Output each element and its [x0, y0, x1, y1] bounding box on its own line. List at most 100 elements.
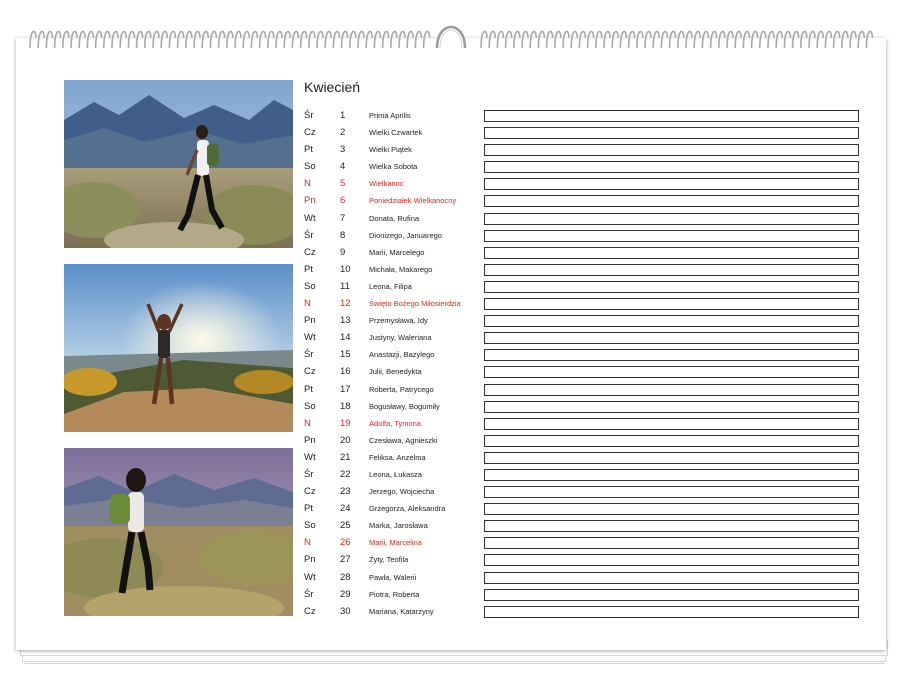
hiker-arms-raised-sunset-photo	[64, 264, 293, 432]
day-of-week: So	[304, 520, 316, 532]
spiral-loop	[414, 30, 423, 49]
note-field[interactable]	[484, 434, 859, 447]
name-day: Leona, Łukasza	[369, 469, 422, 479]
spiral-loop	[619, 30, 628, 49]
note-field[interactable]	[484, 349, 859, 362]
name-day: Bogusławy, Bogumiły	[369, 401, 440, 411]
day-number: 22	[340, 468, 351, 480]
note-field[interactable]	[484, 571, 859, 584]
name-day: Dionizego, Januarego	[369, 230, 442, 240]
day-of-week: Śr	[304, 468, 314, 480]
day-number: 12	[340, 298, 351, 310]
day-row: N 19 Adolfa, Tymona	[304, 415, 864, 432]
day-row: So 18 Bogusławy, Bogumiły	[304, 398, 864, 415]
note-field[interactable]	[484, 144, 859, 157]
day-of-week: Wt	[304, 212, 316, 224]
spiral-loop	[29, 30, 37, 49]
note-field[interactable]	[484, 280, 859, 293]
spiral-loop	[275, 30, 283, 49]
name-day: Anastazji, Bazylego	[369, 350, 435, 360]
day-of-week: Śr	[304, 349, 314, 361]
note-field[interactable]	[484, 332, 859, 345]
spiral-loop	[201, 30, 209, 49]
day-of-week: Cz	[304, 486, 316, 498]
note-field[interactable]	[484, 417, 859, 430]
note-field[interactable]	[484, 400, 859, 413]
day-number: 14	[340, 332, 351, 344]
note-field[interactable]	[484, 486, 859, 499]
spiral-loop	[644, 30, 652, 49]
spiral-loop	[496, 30, 505, 49]
day-number: 10	[340, 263, 351, 275]
spiral-loop	[783, 30, 792, 49]
spiral-loop	[701, 30, 710, 49]
note-field[interactable]	[484, 383, 859, 396]
day-of-week: Pt	[304, 503, 313, 515]
spiral-loop	[94, 30, 103, 49]
month-title: Kwiecień	[304, 79, 361, 95]
spiral-loop	[234, 30, 242, 49]
spiral-loop	[406, 30, 414, 49]
spiral-loop	[586, 30, 595, 49]
spiral-loop	[824, 30, 833, 49]
spiral-loop	[808, 30, 816, 49]
note-field[interactable]	[484, 451, 859, 464]
day-number: 13	[340, 315, 351, 327]
day-row: So 4 Wielka Sobota	[304, 158, 864, 175]
note-field[interactable]	[484, 212, 859, 225]
day-number: 27	[340, 554, 351, 566]
spiral-loop	[390, 30, 398, 49]
note-field[interactable]	[484, 315, 859, 328]
name-day: Prima Aprilis	[369, 111, 411, 120]
note-field[interactable]	[484, 110, 859, 122]
note-field[interactable]	[484, 161, 859, 174]
note-field[interactable]	[484, 554, 859, 567]
spiral-loop	[816, 30, 824, 49]
name-day: Wielki Czwartek	[369, 128, 423, 138]
note-field[interactable]	[484, 263, 859, 276]
day-of-week: Pn	[304, 195, 316, 207]
note-field[interactable]	[484, 195, 859, 208]
note-field[interactable]	[484, 366, 859, 379]
day-of-week: N	[304, 537, 311, 549]
note-field[interactable]	[484, 178, 859, 191]
day-of-week: Śr	[304, 110, 314, 121]
name-day: Adolfa, Tymona	[369, 418, 421, 428]
day-number: 29	[340, 588, 351, 600]
note-field[interactable]	[484, 520, 859, 533]
spiral-loop	[603, 30, 611, 49]
note-field[interactable]	[484, 229, 859, 242]
day-number: 23	[340, 486, 351, 498]
note-field[interactable]	[484, 298, 859, 311]
note-field[interactable]	[484, 588, 859, 601]
spiral-loop	[554, 30, 562, 49]
spiral-loop	[78, 30, 86, 49]
day-row: Cz 30 Mariana, Katarzyny	[304, 603, 864, 620]
spiral-loop	[677, 30, 685, 49]
spiral-loop	[86, 30, 95, 49]
note-field[interactable]	[484, 468, 859, 481]
spiral-loop	[144, 30, 152, 49]
name-day: Justyny, Waleriana	[369, 333, 432, 343]
note-field[interactable]	[484, 127, 859, 140]
note-field[interactable]	[484, 605, 859, 618]
spiral-loop	[513, 30, 521, 49]
note-field[interactable]	[484, 246, 859, 259]
day-of-week: Cz	[304, 127, 316, 139]
spiral-loop	[209, 30, 218, 49]
name-day: Poniedziałek Wielkanocny	[369, 196, 457, 206]
spiral-loop	[340, 30, 349, 49]
day-of-week: Pt	[304, 383, 313, 395]
day-row: Wt 7 Donata, Rufina	[304, 210, 864, 227]
day-row: N 5 Wielkanoc	[304, 175, 864, 192]
spiral-loop	[652, 30, 660, 49]
spiral-loop	[685, 30, 693, 49]
spiral-loop	[660, 30, 669, 49]
note-field[interactable]	[484, 537, 859, 550]
spiral-loop	[865, 30, 874, 49]
name-day: Julii, Benedykta	[369, 367, 422, 377]
spiral-loop	[168, 30, 177, 49]
note-field[interactable]	[484, 503, 859, 516]
name-day: Przemysława, Idy	[369, 316, 428, 326]
day-of-week: So	[304, 280, 316, 292]
